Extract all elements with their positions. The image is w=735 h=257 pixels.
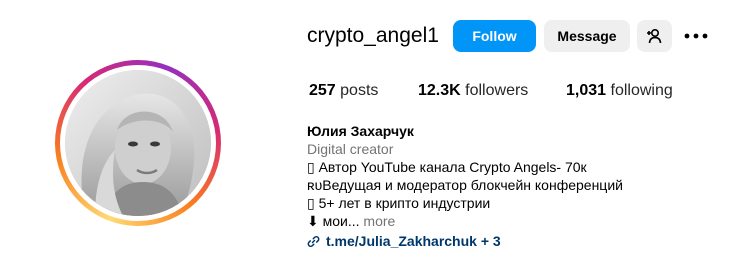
bio-link[interactable]: t.me/Julia_Zakharchuk [326, 233, 477, 249]
following-label: following [610, 82, 673, 99]
bio-line: ▯ Автор YouTube канала Crypto Angels- 70… [307, 159, 587, 175]
profile-username: crypto_angel1 [307, 24, 439, 47]
story-ring[interactable] [55, 60, 221, 226]
add-person-icon [647, 28, 662, 44]
profile-photo [65, 70, 211, 216]
message-button[interactable]: Message [544, 20, 630, 52]
more-options-button[interactable] [683, 24, 709, 48]
posts-label: posts [340, 82, 379, 99]
bio-link-row: t.me/Julia_Zakharchuk + 3 [307, 232, 727, 250]
following-count: 1,031 [566, 82, 607, 99]
followers-stat[interactable]: 12.3K followers [418, 81, 528, 101]
following-stat[interactable]: 1,031 following [566, 81, 673, 101]
suggested-accounts-button[interactable] [637, 20, 672, 52]
bio-truncated-line: ⬇ мои... more [307, 212, 727, 230]
followers-label: followers [465, 82, 529, 99]
category-label: Digital creator [307, 141, 394, 157]
posts-stat: 257 posts [309, 81, 378, 101]
avatar-border [60, 65, 216, 221]
avatar[interactable] [65, 70, 211, 216]
followers-count: 12.3K [418, 82, 461, 99]
bio-line: ʀᴜВедущая и модератор блокчейн конференц… [307, 177, 623, 193]
additional-links[interactable]: + 3 [481, 233, 501, 249]
link-icon [307, 236, 320, 247]
more-options-icon [684, 33, 708, 39]
profile-bio: Юлия Захарчук Digital creator ▯ Автор Yo… [307, 122, 727, 250]
follow-button[interactable]: Follow [453, 20, 536, 52]
posts-count: 257 [309, 82, 336, 99]
bio-truncated-text: ⬇ мои... [307, 213, 360, 229]
bio-line: ▯ 5+ лет в крипто индустрии [307, 195, 491, 211]
full-name: Юлия Захарчук [307, 123, 414, 139]
more-link[interactable]: more [363, 213, 395, 229]
